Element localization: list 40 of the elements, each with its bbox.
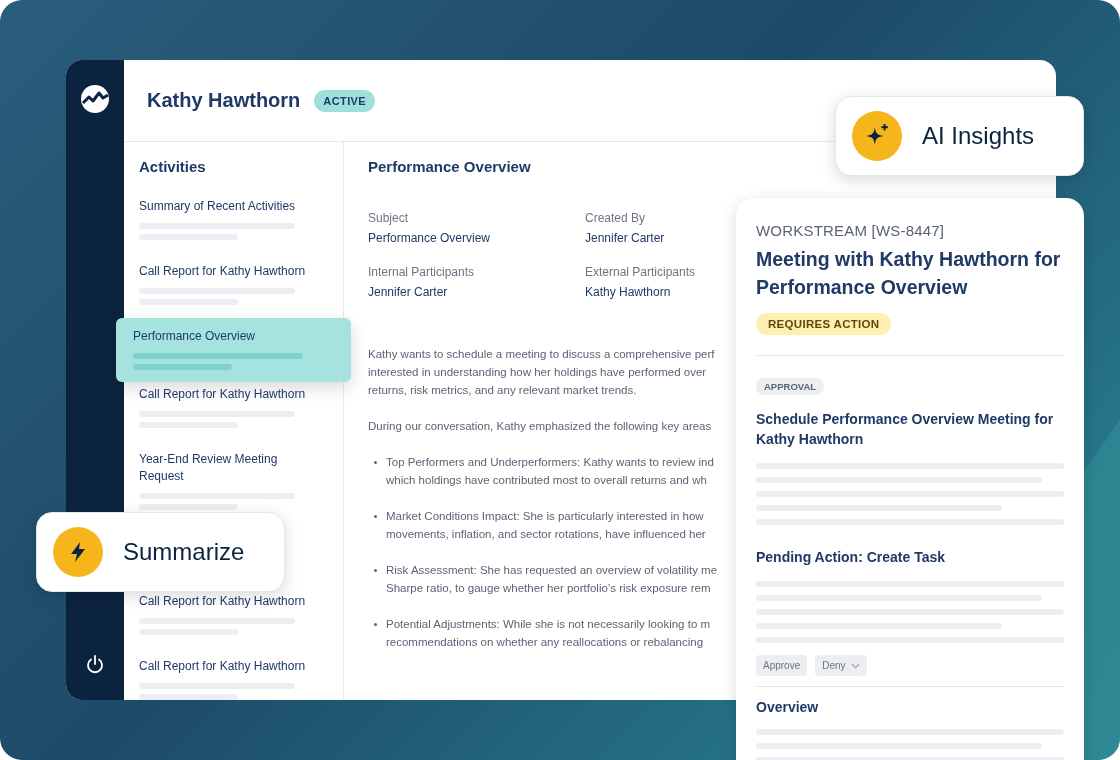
text-line: Potential Adjustments: While she is not necessarily looking to m [386,617,711,632]
deny-dropdown[interactable]: Deny [815,655,867,676]
workstream-title: Meeting with Kathy Hawthorn for Performance Overview [756,247,1062,300]
text-line: Top Performers and Underperformers: Kathy wants to review ind [386,455,714,470]
detail-title: Performance Overview [368,158,532,175]
activity-item[interactable]: Performance Overview [116,318,351,382]
section-title: Overview [756,698,820,717]
section-title: Schedule Performance Overview Meeting for Kathy Hawthorn [756,410,1055,449]
text-line: interested in understanding how her holdings have performed over [368,365,707,380]
text-line: Risk Assessment: She has requested an overview of volatility me [386,563,718,578]
text-line: Kathy wants to schedule a meeting to discuss a comprehensive perf [368,347,715,362]
field-label: Subject [368,211,410,225]
text-line: Market Conditions Impact: She is particularly interested in how [386,509,704,524]
field-label: External Participants [585,265,697,279]
category-tag: APPROVAL [756,378,825,395]
client-name: Kathy Hawthorn [147,89,301,112]
activity-item[interactable]: Call Report for Kathy Hawthorn [139,658,343,700]
field-value: Performance Overview [368,231,492,245]
approve-button[interactable]: Approve [756,655,808,676]
activity-item[interactable]: Call Report for Kathy Hawthorn [139,386,343,428]
activity-item[interactable]: Call Report for Kathy Hawthorn [139,593,343,635]
status-badge: REQUIRES ACTION [756,313,892,335]
section-title: Pending Action: Create Task [756,548,947,567]
field-label: Created By [585,211,647,225]
field-value: Jennifer Carter [368,285,449,299]
workstream-id: WORKSTREAM [WS-8447] [756,222,946,239]
status-badge: ACTIVE [314,89,376,112]
text-line: which holdings have contributed most to overall returns and wh [386,473,707,488]
activity-item[interactable]: Summary of Recent Activities [139,198,343,240]
activity-item[interactable]: Year-End Review Meeting Request [139,451,343,510]
text-line: Sharpe ratio, to gauge whether her portfolio’s risk exposure rem [386,581,711,596]
field-label: Internal Participants [368,265,476,279]
activity-item[interactable]: Call Report for Kathy Hawthorn [139,263,343,305]
text-line: recommendations on whether any reallocations or rebalancing [386,635,704,650]
activities-heading: Activities [139,158,207,175]
text-line: returns, risk metrics, and any relevant market trends. [368,383,637,398]
text-line: During our conversation, Kathy emphasized the following key areas [368,419,712,434]
ai-insights-button[interactable]: AI Insights [835,96,1084,176]
text-line: movements, inflation, and sector rotations, have influenced her [386,527,706,542]
summarize-button[interactable]: Summarize [36,512,285,592]
